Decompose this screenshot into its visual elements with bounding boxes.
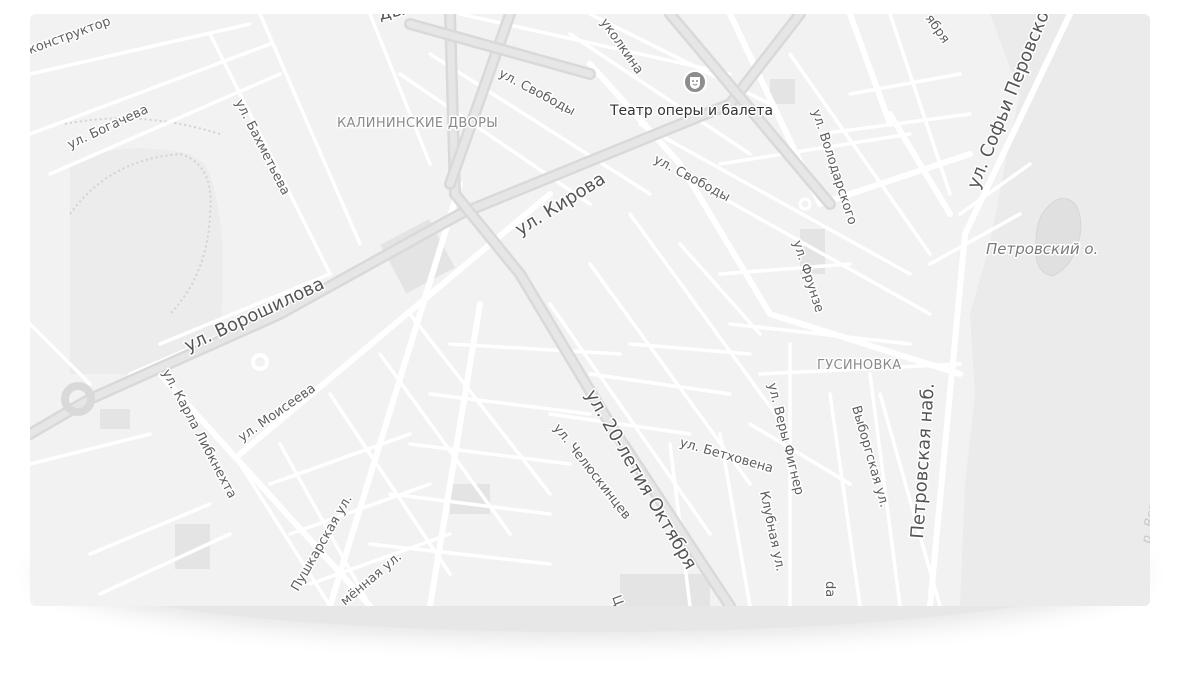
street-label-bottom-fragment-2: da bbox=[822, 581, 837, 597]
district-label-kalininskie: КАЛИНИНСКИЕ ДВОРЫ bbox=[337, 116, 498, 131]
map-view[interactable]: Театр оперы и балета КАЛИНИНСКИЕ ДВОРЫ Г… bbox=[30, 14, 1150, 606]
island-label-petrovsky: Петровский о. bbox=[986, 240, 1098, 258]
map-canvas[interactable]: Театр оперы и балета КАЛИНИНСКИЕ ДВОРЫ Г… bbox=[30, 14, 1150, 606]
theater-marker-icon[interactable] bbox=[683, 70, 707, 94]
poi-label-theater[interactable]: Театр оперы и балета bbox=[608, 102, 775, 121]
district-label-gusinovka: ГУСИНОВКА bbox=[817, 358, 901, 373]
